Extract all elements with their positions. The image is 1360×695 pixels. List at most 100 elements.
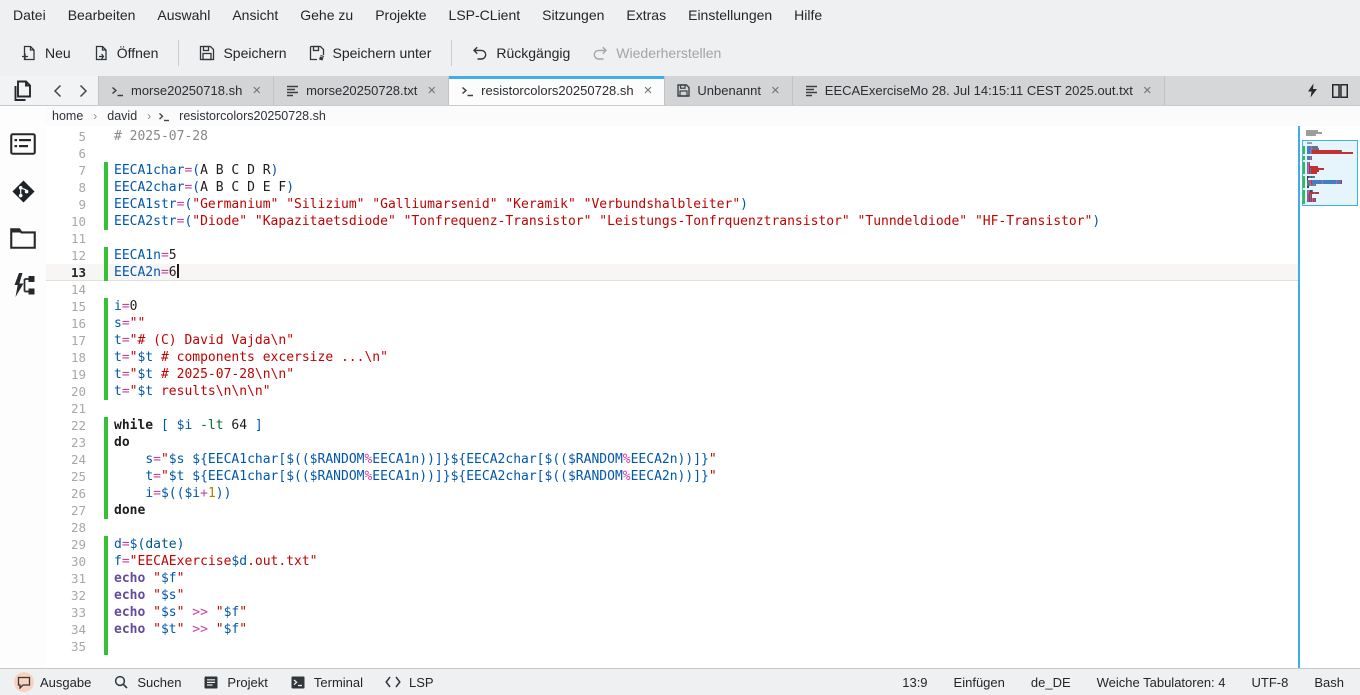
tab-close-icon[interactable]: × (249, 82, 264, 99)
status-syntax-mode[interactable]: Bash (1312, 673, 1346, 692)
line-text: echo "$f" (114, 570, 184, 587)
code-line[interactable]: 23do (46, 434, 1298, 451)
code-line[interactable]: 6 (46, 145, 1298, 162)
main-toolbar: Neu Öffnen Speichern Speichern unter Rüc… (0, 30, 1360, 76)
line-number: 31 (46, 570, 86, 587)
modified-line-marker (104, 366, 108, 383)
breadcrumb-separator-icon: › (146, 109, 152, 123)
minimap[interactable] (1300, 126, 1360, 668)
editor-tab[interactable]: morse20250718.sh× (98, 76, 274, 105)
status-cursor-position[interactable]: 13:9 (900, 673, 929, 692)
menu-item-hilfe[interactable]: Hilfe (783, 2, 833, 28)
split-view-icon[interactable] (1332, 84, 1348, 98)
menu-item-sitzungen[interactable]: Sitzungen (531, 2, 615, 28)
status-lsp-button[interactable]: LSP (375, 670, 442, 694)
status-suchen-button[interactable]: Suchen (103, 670, 189, 694)
modified-line-marker (104, 502, 108, 519)
status-dictionary[interactable]: de_DE (1029, 673, 1073, 692)
code-line[interactable]: 5# 2025-07-28 (46, 128, 1298, 145)
code-line[interactable]: 22while [ $i -lt 64 ] (46, 417, 1298, 434)
tab-close-icon[interactable]: × (641, 82, 656, 99)
menu-item-auswahl[interactable]: Auswahl (146, 2, 221, 28)
editor-tab[interactable]: morse20250728.txt× (274, 76, 449, 105)
code-line[interactable]: 20t="$t results\n\n\n" (46, 383, 1298, 400)
line-text: # 2025-07-28 (114, 128, 208, 145)
editor-tab[interactable]: resistorcolors20250728.sh× (449, 76, 665, 105)
menu-item-bearbeiten[interactable]: Bearbeiten (57, 2, 147, 28)
status-projekt-button[interactable]: Projekt (193, 670, 275, 694)
tab-close-icon[interactable]: × (768, 82, 783, 99)
sidebar-external-tools-icon[interactable] (8, 271, 38, 299)
filesystem-icon (10, 228, 36, 249)
code-line[interactable]: 13EECA2n=6 (46, 264, 1298, 281)
status-terminal-button[interactable]: Terminal (280, 670, 371, 694)
code-line[interactable]: 31 echo "$f" (46, 570, 1298, 587)
status-tab-mode[interactable]: Weiche Tabulatoren: 4 (1095, 673, 1228, 692)
menu-item-projekte[interactable]: Projekte (364, 2, 437, 28)
editor-tab[interactable]: EECAExerciseMo 28. Jul 14:15:11 CEST 202… (793, 76, 1165, 105)
minimap-viewport[interactable] (1302, 140, 1358, 206)
code-lines[interactable]: 5# 2025-07-2867EECA1char=(A B C D R)8EEC… (46, 126, 1298, 668)
code-line[interactable]: 35 (46, 638, 1298, 655)
undo-button[interactable]: Rückgängig (461, 38, 581, 68)
menu-item-extras[interactable]: Extras (615, 2, 677, 28)
code-line[interactable]: 16s="" (46, 315, 1298, 332)
line-number: 18 (46, 349, 86, 366)
menu-item-ansicht[interactable]: Ansicht (221, 2, 289, 28)
save-as-button[interactable]: Speichern unter (298, 38, 443, 68)
modified-line-marker (104, 128, 108, 145)
menu-item-einstellungen[interactable]: Einstellungen (677, 2, 783, 28)
breadcrumb-david[interactable]: david (104, 108, 140, 124)
breadcrumb-file[interactable]: resistorcolors20250728.sh (176, 108, 329, 124)
code-line[interactable]: 12EECA1n=5 (46, 247, 1298, 264)
redo-button[interactable]: Wiederherstellen (581, 38, 732, 68)
new-button[interactable]: Neu (10, 38, 82, 68)
minimap-line (1302, 136, 1358, 138)
tab-close-icon[interactable]: × (1140, 82, 1155, 99)
code-line[interactable]: 15i=0 (46, 298, 1298, 315)
code-line[interactable]: 24 s="$s ${EECA1char[$(($RANDOM%EECA1n))… (46, 451, 1298, 468)
status-encoding[interactable]: UTF-8 (1250, 673, 1291, 692)
code-line[interactable]: 27done (46, 502, 1298, 519)
save-button[interactable]: Speichern (188, 38, 297, 68)
forward-button[interactable] (70, 76, 96, 105)
code-line[interactable]: 10EECA2str=("Diode" "Kapazitaetsdiode" "… (46, 213, 1298, 230)
code-line[interactable]: 8EECA2char=(A B C D E F) (46, 179, 1298, 196)
status-input-mode[interactable]: Einfügen (952, 673, 1007, 692)
line-number: 26 (46, 485, 86, 502)
code-line[interactable]: 19t="$t # 2025-07-28\n\n" (46, 366, 1298, 383)
code-line[interactable]: 7EECA1char=(A B C D R) (46, 162, 1298, 179)
open-button[interactable]: Öffnen (82, 38, 170, 68)
tab-close-icon[interactable]: × (424, 82, 439, 99)
menu-item-datei[interactable]: Datei (2, 2, 57, 28)
code-line[interactable]: 14 (46, 281, 1298, 298)
code-line[interactable]: 34echo "$t" >> "$f" (46, 621, 1298, 638)
line-text: t="$t # components excersize ...\n" (114, 349, 388, 366)
sidebar-filesystem-icon[interactable] (8, 224, 38, 252)
code-editor[interactable]: 5# 2025-07-2867EECA1char=(A B C D R)8EEC… (46, 126, 1360, 668)
code-line[interactable]: 25 t="$t ${EECA1char[$(($RANDOM%EECA1n))… (46, 468, 1298, 485)
status-left: AusgabeSuchenProjektTerminalLSP (6, 670, 442, 694)
back-button[interactable] (44, 76, 70, 105)
code-line[interactable]: 11 (46, 230, 1298, 247)
quick-open-icon[interactable] (1307, 83, 1318, 98)
editor-tab[interactable]: Unbenannt× (665, 76, 792, 105)
code-line[interactable]: 29d=$(date) (46, 536, 1298, 553)
breadcrumb-home[interactable]: home (49, 108, 86, 124)
documents-button[interactable] (2, 76, 44, 105)
menu-item-gehe-zu[interactable]: Gehe zu (289, 2, 364, 28)
code-line[interactable]: 26 i=$(($i+1)) (46, 485, 1298, 502)
code-line[interactable]: 28 (46, 519, 1298, 536)
sidebar-git-icon[interactable] (8, 177, 38, 205)
code-line[interactable]: 33echo "$s" >> "$f" (46, 604, 1298, 621)
code-line[interactable]: 18 t="$t # components excersize ...\n" (46, 349, 1298, 366)
symbols-panel-icon (10, 133, 36, 155)
code-line[interactable]: 32echo "$s" (46, 587, 1298, 604)
code-line[interactable]: 9EECA1str=("Germanium" "Silizium" "Galli… (46, 196, 1298, 213)
menu-item-lsp-client[interactable]: LSP-CLient (438, 2, 532, 28)
sidebar-symbols-panel-icon[interactable] (8, 130, 38, 158)
status-ausgabe-button[interactable]: Ausgabe (6, 670, 99, 694)
code-line[interactable]: 17t="# (C) David Vajda\n" (46, 332, 1298, 349)
code-line[interactable]: 30f="EECAExercise$d.out.txt" (46, 553, 1298, 570)
code-line[interactable]: 21 (46, 400, 1298, 417)
